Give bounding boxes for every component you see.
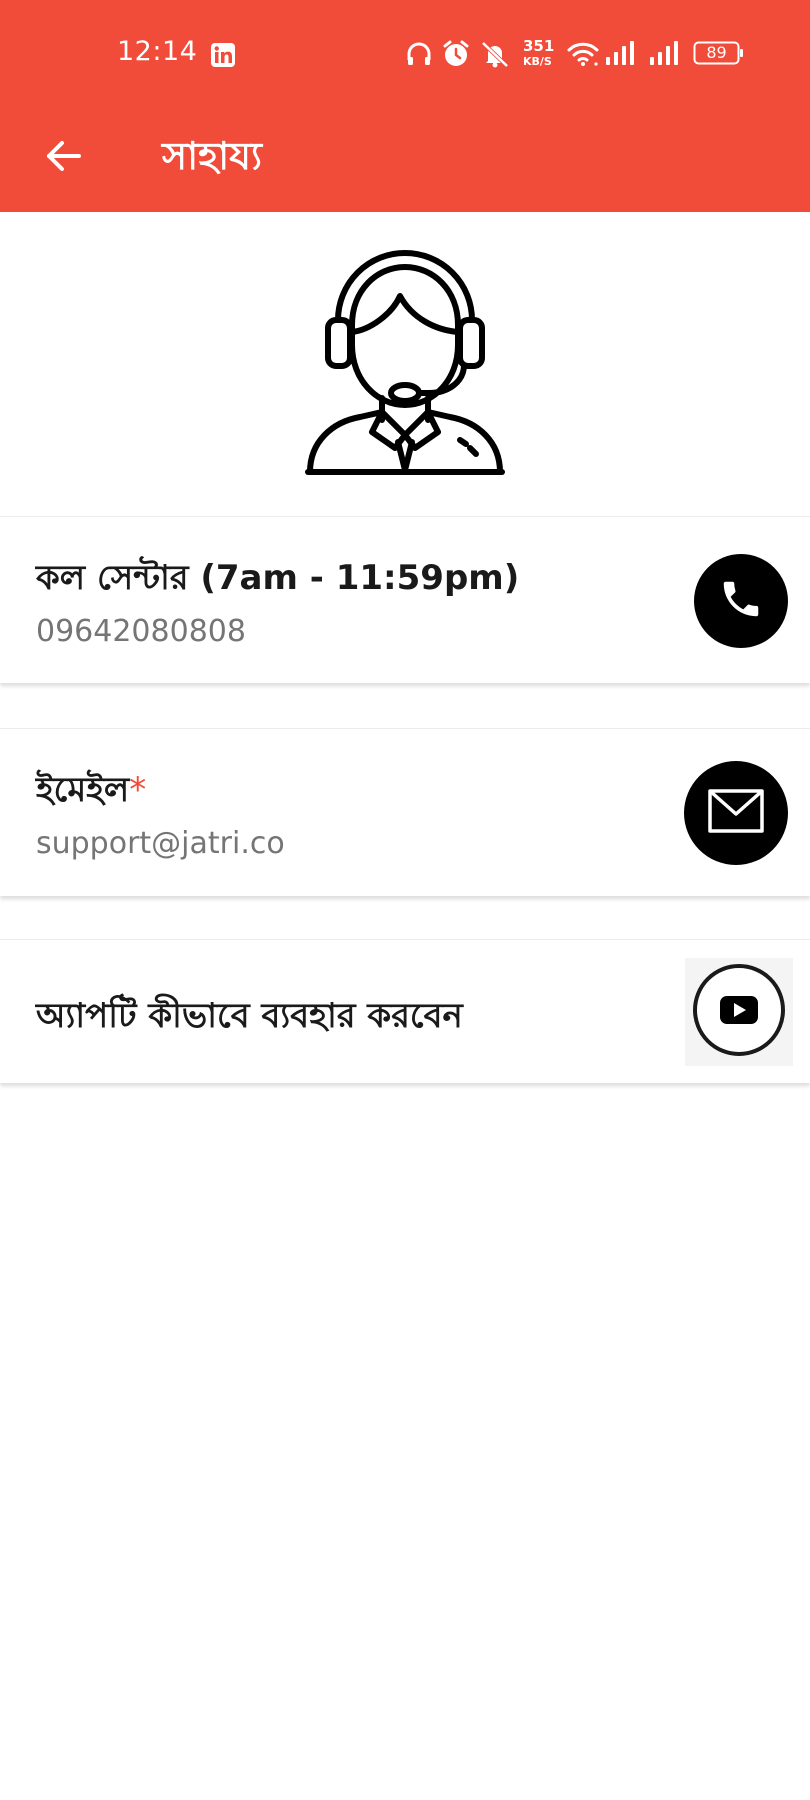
- email-card[interactable]: ইমেইল* support@jatri.co: [0, 728, 810, 896]
- how-to-use-card[interactable]: অ্যাপটি কীভাবে ব্যবহার করবেন: [0, 939, 810, 1083]
- status-bar: 12:14 351 KB/S 89: [0, 0, 810, 105]
- call-center-title: কল সেন্টার (7am - 11:59pm): [36, 558, 520, 598]
- email-address: support@jatri.co: [36, 826, 285, 861]
- call-center-card[interactable]: কল সেন্টার (7am - 11:59pm) 09642080808: [0, 516, 810, 683]
- support-agent-icon: [300, 250, 510, 475]
- call-button[interactable]: [694, 554, 788, 648]
- mute-icon: [478, 39, 512, 74]
- battery-level: 89: [706, 43, 727, 62]
- status-time: 12:14: [117, 36, 198, 67]
- signal-icon: [649, 40, 681, 71]
- call-center-number: 09642080808: [36, 614, 246, 649]
- email-button[interactable]: [684, 761, 788, 865]
- alarm-icon: [441, 39, 471, 74]
- network-speed-unit: KB/S: [523, 55, 552, 68]
- phone-icon: [718, 576, 764, 627]
- youtube-icon: [691, 962, 787, 1063]
- how-to-use-title: অ্যাপটি কীভাবে ব্যবহার করবেন: [36, 996, 463, 1036]
- page-title: সাহায্য: [162, 134, 263, 178]
- battery-icon: 89: [693, 41, 745, 65]
- email-title: ইমেইল*: [36, 764, 146, 821]
- back-button[interactable]: [28, 123, 98, 193]
- network-speed-value: 351: [523, 37, 555, 55]
- app-bar: সাহায্য: [0, 105, 810, 212]
- signal-icon: [605, 40, 637, 71]
- mail-icon: [707, 788, 765, 839]
- required-mark: *: [129, 770, 147, 810]
- wifi-icon: [566, 39, 600, 74]
- arrow-left-icon: [43, 136, 83, 181]
- linkedin-icon: [210, 42, 236, 73]
- headphones-icon: [405, 40, 433, 73]
- email-label: ইমেইল: [36, 770, 130, 810]
- youtube-button[interactable]: [685, 958, 793, 1066]
